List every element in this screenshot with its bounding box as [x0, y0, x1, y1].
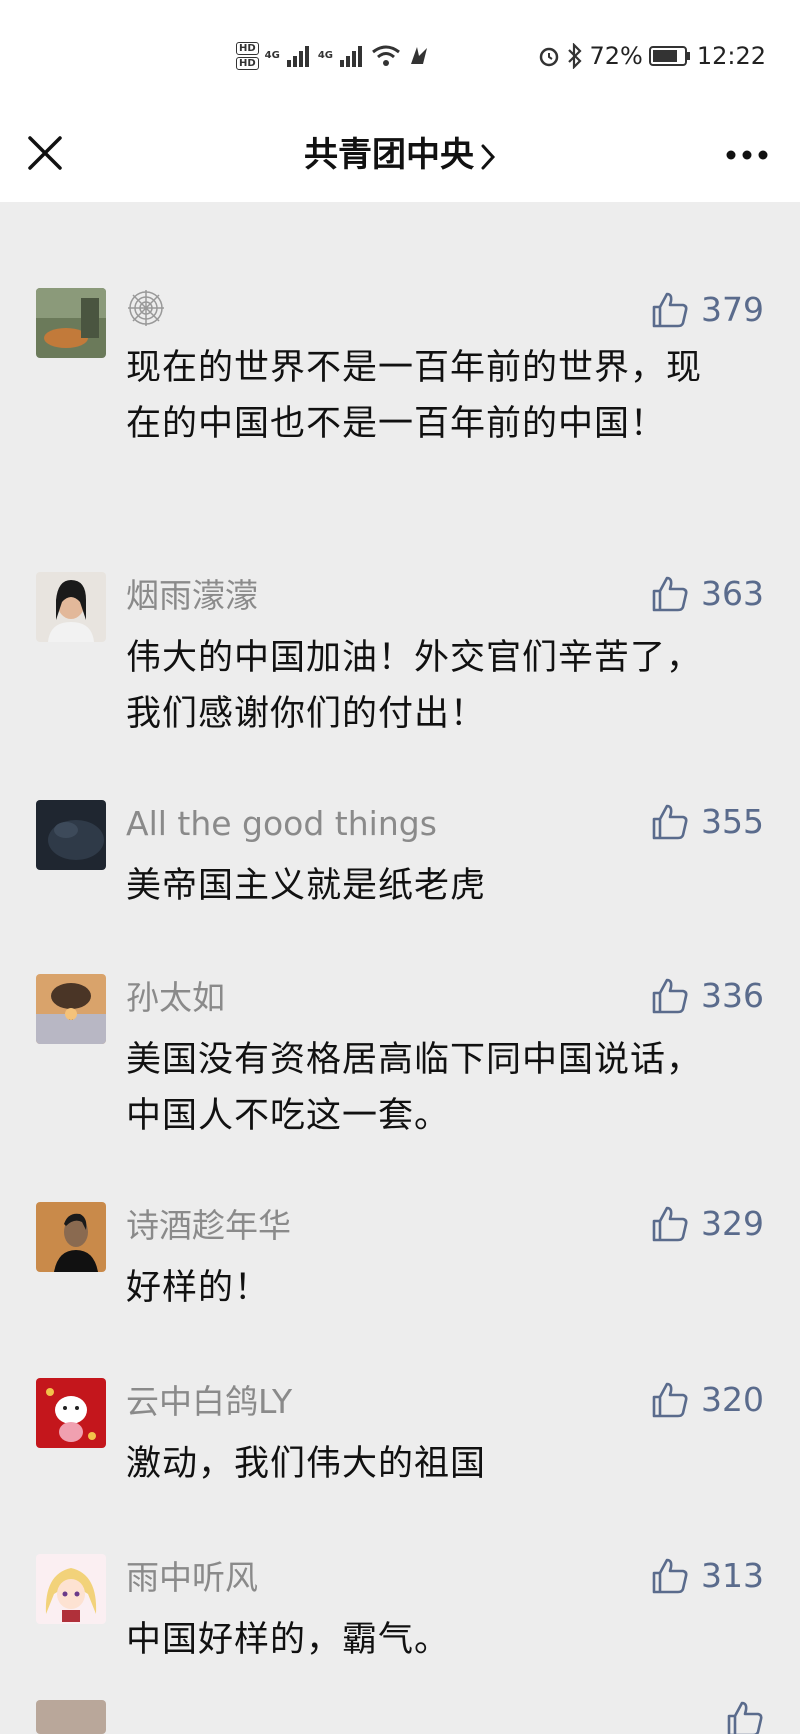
network-type-2: 4G [317, 50, 334, 61]
thumbs-up-icon [652, 804, 688, 840]
nav-bar: 共青团中央 [0, 110, 800, 202]
like-button[interactable]: 355 [651, 800, 764, 844]
comment-text: 好样的！ [126, 1268, 271, 1308]
thumbs-up-icon [652, 1206, 688, 1242]
avatar[interactable] [36, 1700, 106, 1734]
thumbs-up-icon [652, 576, 688, 612]
signal-icon [286, 46, 309, 67]
avatar[interactable] [36, 1378, 106, 1448]
status-left: HD HD 4G 4G [236, 38, 431, 74]
page-title: 共青团中央 [304, 135, 474, 175]
thumbs-up-icon [652, 1558, 688, 1594]
comment-text: 美国没有资格居高临下同中国说话，中国人不吃这一套。 [126, 1040, 703, 1136]
nickname[interactable]: All the good things [126, 804, 437, 844]
like-button[interactable]: 336 [651, 974, 764, 1018]
bluetooth-icon [568, 43, 583, 69]
thumbs-up-icon [652, 978, 688, 1014]
avatar[interactable] [36, 800, 106, 870]
status-right: 72% 12:22 [537, 38, 766, 74]
thumbs-up-icon [727, 1701, 763, 1734]
clock: 12:22 [696, 42, 766, 70]
like-button[interactable]: 379 [651, 288, 764, 332]
like-count: 379 [701, 290, 764, 329]
comment-text: 伟大的中国加油！外交官们辛苦了，我们感谢你们的付出！ [126, 638, 703, 734]
account-title-link[interactable]: 共青团中央 [0, 132, 800, 178]
status-bar: HD HD 4G 4G 72% 12:22 [0, 0, 800, 110]
wifi-icon [372, 45, 400, 66]
like-button[interactable]: 313 [651, 1554, 764, 1598]
thumbs-up-icon [652, 292, 688, 328]
alarm-icon [540, 47, 559, 67]
battery-percent: 72% [589, 42, 643, 70]
like-button[interactable]: 320 [651, 1378, 764, 1422]
like-button[interactable] [726, 1700, 764, 1734]
like-count: 329 [701, 1204, 764, 1243]
comment-text: 中国好样的，霸气。 [126, 1620, 451, 1660]
nickname[interactable]: 烟雨濛濛 [126, 576, 258, 616]
comment-text: 激动，我们伟大的祖国 [126, 1444, 487, 1484]
hd-icon: HD HD [236, 42, 259, 70]
like-count: 320 [701, 1380, 764, 1419]
nickname[interactable]: 云中白鸽LY [126, 1382, 292, 1422]
nickname[interactable]: 孙太如 [126, 978, 225, 1018]
avatar[interactable] [36, 974, 106, 1044]
signal-icon-2 [340, 46, 363, 67]
avatar[interactable] [36, 1554, 106, 1624]
app-notification-icon [411, 47, 428, 64]
network-type: 4G [264, 50, 280, 61]
like-count: 363 [701, 574, 764, 613]
battery-icon [648, 46, 690, 66]
spiderweb-icon [128, 290, 164, 326]
comment-text: 现在的世界不是一百年前的世界，现在的中国也不是一百年前的中国！ [126, 348, 703, 444]
thumbs-up-icon [652, 1382, 688, 1418]
chevron-right-icon [481, 144, 496, 169]
like-count: 355 [701, 802, 764, 841]
avatar[interactable] [36, 572, 106, 642]
avatar[interactable] [36, 288, 106, 358]
like-button[interactable]: 363 [651, 572, 764, 616]
like-button[interactable]: 329 [651, 1202, 764, 1246]
nickname[interactable]: 雨中听风 [126, 1558, 258, 1598]
avatar[interactable] [36, 1202, 106, 1272]
like-count: 336 [701, 976, 764, 1015]
nickname[interactable]: 诗酒趁年华 [126, 1206, 291, 1246]
comment-text: 美帝国主义就是纸老虎 [126, 866, 487, 906]
more-icon[interactable] [724, 140, 770, 170]
like-count: 313 [701, 1556, 764, 1595]
